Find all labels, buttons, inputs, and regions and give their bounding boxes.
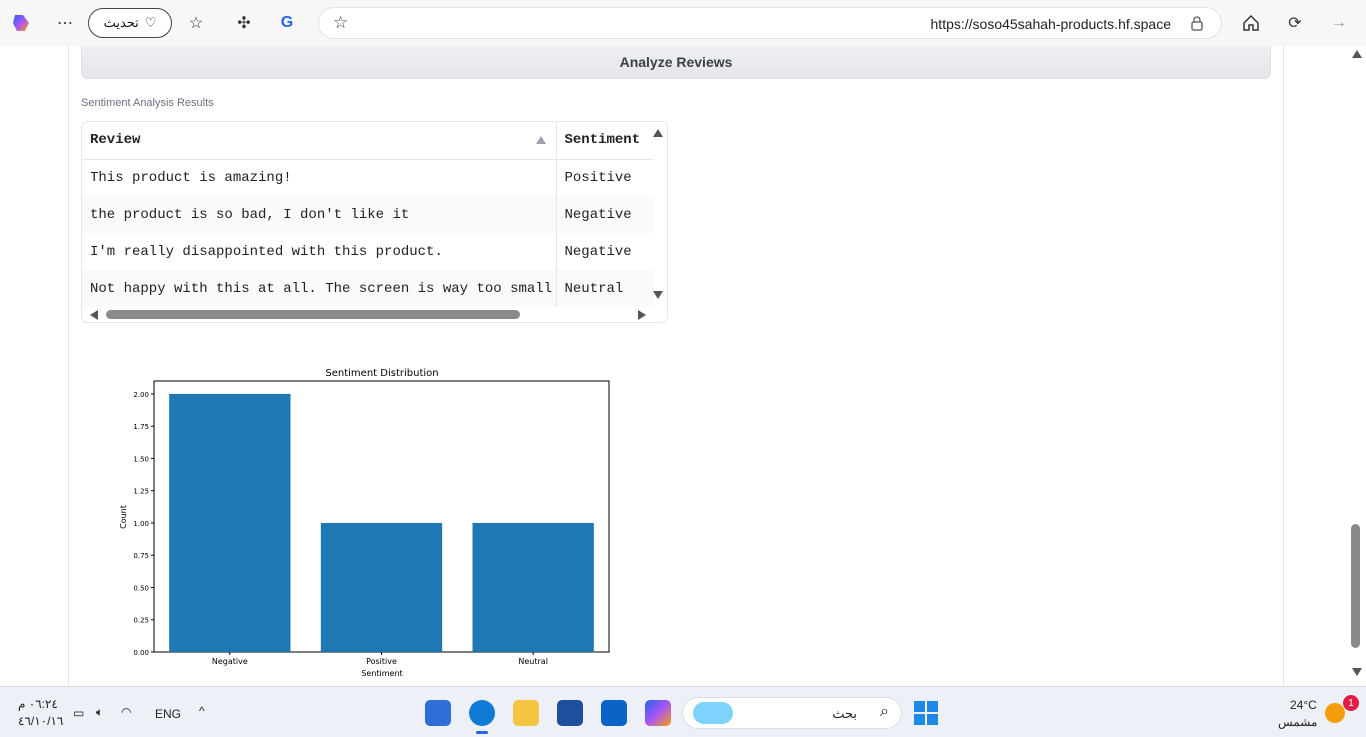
x-tick-label: Positive (366, 657, 397, 666)
y-tick-label: 0.75 (133, 552, 149, 560)
store-icon[interactable] (557, 700, 583, 726)
scroll-down-arrow-icon[interactable] (1352, 668, 1362, 676)
scroll-left-arrow-icon[interactable] (90, 310, 98, 320)
copilot-icon[interactable] (9, 10, 35, 36)
scroll-up-arrow-icon[interactable] (1352, 50, 1362, 58)
file-explorer-icon[interactable] (513, 700, 539, 726)
url-text: https://soso45sahah-products.hf.space (930, 16, 1171, 32)
clock-date[interactable]: ٤٦/١٠/١٦ (18, 714, 63, 728)
chart-title: Sentiment Distribution (325, 368, 438, 379)
sentiment-cell[interactable]: Negative (556, 233, 654, 270)
y-tick-label: 1.25 (133, 488, 149, 496)
star-icon[interactable]: ☆ (333, 13, 348, 33)
home-icon[interactable] (1238, 10, 1264, 36)
update-label: تحديث (103, 15, 139, 30)
clock-time[interactable]: ٠٦:٢٤ م (18, 697, 58, 711)
y-tick-label: 0.00 (133, 649, 149, 657)
bar-neutral (472, 522, 594, 652)
page-scrollbar[interactable] (1348, 46, 1366, 686)
page-content: Analyze Reviews Sentiment Analysis Resul… (0, 46, 1366, 686)
dolphin-icon (693, 702, 733, 724)
sentiment-cell[interactable]: Negative (556, 196, 654, 233)
header-label: Sentiment (564, 132, 641, 149)
table-row[interactable]: the product is so bad, I don't like it N… (82, 196, 654, 233)
temperature[interactable]: 24°C (1290, 698, 1317, 712)
column-header-review[interactable]: Review (82, 122, 557, 160)
bar-positive (320, 522, 443, 652)
x-tick-label: Negative (212, 657, 248, 666)
bar-negative (169, 393, 291, 652)
edge-browser-icon[interactable] (469, 700, 495, 726)
scroll-right-arrow-icon[interactable] (638, 310, 646, 320)
weather-condition[interactable]: مشمس (1278, 715, 1317, 729)
review-cell[interactable]: the product is so bad, I don't like it (82, 196, 557, 233)
windows-start-icon[interactable] (914, 701, 938, 725)
active-app-indicator (476, 731, 488, 734)
y-tick-label: 1.75 (133, 423, 149, 431)
scrollbar-thumb[interactable] (1351, 524, 1360, 648)
favorites-icon[interactable]: ☆ (183, 10, 209, 36)
chevron-up-icon[interactable]: ^ (199, 704, 205, 718)
sentiment-distribution-chart: Sentiment Distribution 0.00 0.25 0.50 0.75 1… (119, 368, 610, 678)
outlook-icon[interactable] (601, 700, 627, 726)
review-cell[interactable]: Not happy with this at all. The screen i… (82, 270, 557, 307)
sun-icon[interactable] (1325, 703, 1345, 723)
column-header-sentiment[interactable]: Sentiment (556, 122, 654, 160)
results-table[interactable]: Review Sentiment This product is amazing… (81, 121, 668, 323)
y-axis-label: Count (119, 505, 128, 529)
search-icon: ⌕ (880, 703, 889, 720)
photos-app-icon[interactable] (425, 700, 451, 726)
y-tick-label: 0.50 (133, 584, 149, 592)
x-axis-label: Sentiment (361, 669, 402, 678)
taskbar: ٠٦:٢٤ م ٤٦/١٠/١٦ ▭ 🔈︎ ◠ ENG ^ بحث ⌕ 24°C… (0, 686, 1366, 737)
search-placeholder: بحث (832, 706, 857, 721)
x-tick-label: Neutral (518, 657, 548, 666)
y-tick-label: 1.50 (133, 455, 149, 463)
notification-badge[interactable]: 1 (1343, 695, 1359, 711)
review-cell[interactable]: This product is amazing! (82, 159, 557, 196)
table-row[interactable]: I'm really disappointed with this produc… (82, 233, 654, 270)
lock-icon[interactable] (1191, 15, 1203, 34)
divider (1283, 46, 1284, 686)
sort-arrow-icon[interactable] (535, 136, 546, 144)
refresh-icon[interactable]: ⟳ (1282, 10, 1308, 36)
sentiment-cell[interactable]: Positive (556, 159, 654, 196)
table-row[interactable]: This product is amazing! Positive (82, 159, 654, 196)
volume-icon[interactable]: 🔈︎ (96, 705, 103, 720)
battery-icon[interactable]: ▭ (73, 706, 84, 720)
forward-arrow-icon[interactable]: → (1326, 10, 1352, 36)
y-tick-label: 0.25 (133, 617, 149, 625)
y-tick-label: 1.00 (133, 520, 149, 528)
more-options-icon[interactable]: ⋯ (52, 10, 78, 36)
wifi-icon[interactable]: ◠ (121, 705, 131, 719)
divider (68, 46, 69, 686)
results-label: Sentiment Analysis Results (81, 97, 214, 109)
scroll-down-arrow-icon[interactable] (653, 291, 663, 299)
heart-pulse-icon: ♡ (144, 15, 157, 30)
horizontal-scrollbar[interactable] (82, 308, 654, 322)
y-tick-label: 2.00 (133, 391, 149, 399)
update-button[interactable]: تحديث ♡ (88, 8, 172, 38)
scroll-up-arrow-icon[interactable] (653, 129, 663, 137)
taskbar-search[interactable]: بحث ⌕ (682, 697, 902, 729)
copilot-app-icon[interactable] (645, 700, 671, 726)
translate-icon[interactable]: G (274, 10, 300, 36)
scrollbar-thumb[interactable] (106, 310, 520, 319)
header-label: Review (90, 132, 141, 149)
browser-toolbar: ⋯ تحديث ♡ ☆ ✣ G ☆ https://soso45sahah-pr… (0, 0, 1366, 46)
sentiment-cell[interactable]: Neutral (556, 270, 654, 307)
analyze-reviews-button[interactable]: Analyze Reviews (81, 46, 1271, 79)
language-indicator[interactable]: ENG (155, 707, 181, 721)
review-cell[interactable]: I'm really disappointed with this produc… (82, 233, 557, 270)
address-bar[interactable]: ☆ https://soso45sahah-products.hf.space (318, 7, 1222, 39)
extensions-icon[interactable]: ✣ (231, 10, 257, 36)
table-row[interactable]: Not happy with this at all. The screen i… (82, 270, 654, 307)
